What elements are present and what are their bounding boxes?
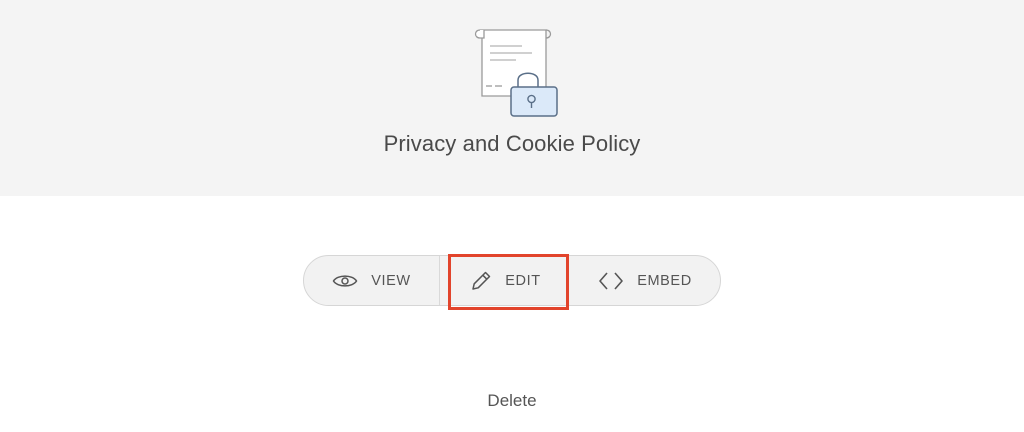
delete-link[interactable]: Delete <box>0 391 1024 411</box>
edit-highlight-box <box>448 254 569 310</box>
view-button[interactable]: VIEW <box>304 256 439 305</box>
policy-title: Privacy and Cookie Policy <box>383 131 641 156</box>
embed-label: EMBED <box>637 272 692 289</box>
code-brackets-icon <box>599 271 624 290</box>
embed-button[interactable]: EMBED <box>570 256 720 305</box>
eye-icon <box>332 274 358 287</box>
view-label: VIEW <box>371 272 411 289</box>
button-divider <box>439 256 440 305</box>
document-lock-icon <box>474 29 558 117</box>
policy-header-panel: Privacy and Cookie Policy <box>0 0 1024 196</box>
